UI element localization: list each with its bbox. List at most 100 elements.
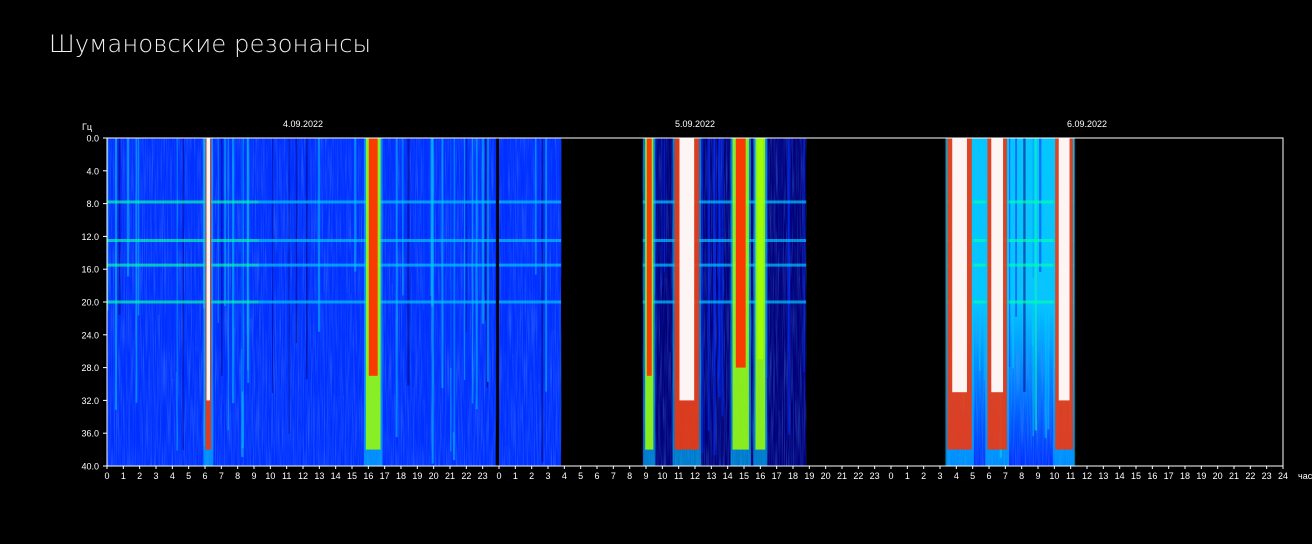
x-tick-label: 22 [853,471,863,481]
x-tick-label: 5 [186,471,191,481]
segment-streak [292,138,295,314]
segment-streak [247,138,250,383]
x-tick-label: 8 [1019,471,1024,481]
segment-streak [394,138,396,293]
segment-streak [703,138,705,272]
x-tick-label: 18 [788,471,798,481]
segment-streak [504,138,507,353]
y-tick-label: 32.0 [81,396,99,406]
x-tick-label: 1 [121,471,126,481]
spectrogram-burst [945,138,974,466]
segment-streak [701,138,704,454]
x-tick-label: 5 [970,471,975,481]
segment-streak [137,138,140,316]
segment-streak [662,138,664,398]
segment-streak [668,138,671,353]
x-tick-label: 15 [739,471,749,481]
spectrogram-burst [730,138,751,466]
x-tick-label: 17 [772,471,782,481]
resonance-band [642,300,807,304]
x-tick-label: 10 [657,471,667,481]
x-tick-label: 0 [104,471,109,481]
x-tick-label: 1 [513,471,518,481]
segment-streak [352,138,355,315]
spectrogram-segment [107,138,261,466]
segment-streak [1044,138,1047,438]
resonance-band [499,300,562,304]
segment-streak [147,138,149,381]
segment-streak [227,138,229,431]
x-tick-label: 13 [706,471,716,481]
spectrogram-burst [203,138,214,466]
x-tick-label: 3 [545,471,550,481]
x-tick-label: 12 [690,471,700,481]
segment-streak [794,138,797,401]
segment-streak [425,138,427,320]
y-axis-label: Гц [82,122,92,132]
x-tick-label: 8 [235,471,240,481]
y-tick-label: 28.0 [81,363,99,373]
segment-streak [664,138,667,279]
y-tick-label: 4.0 [86,166,99,176]
segment-streak [168,138,171,353]
segment-streak [718,138,721,378]
x-axis-label: час [1298,471,1312,481]
x-tick-label: 6 [986,471,991,481]
segment-streak [475,138,478,410]
burst-core [646,138,652,376]
segment-streak [436,138,439,410]
segment-streak [174,138,177,372]
spectrogram-burst [753,138,768,466]
x-tick-label: 7 [611,471,616,481]
x-tick-label: 7 [1003,471,1008,481]
date-label: 4.09.2022 [283,119,323,129]
segment-streak [656,138,659,404]
x-tick-label: 23 [870,471,880,481]
burst-core [991,138,1004,393]
date-label: 6.09.2022 [1067,119,1107,129]
segment-streak [407,138,410,386]
segment-streak [463,138,466,380]
segment-streak [452,138,455,433]
segment-streak [494,138,497,354]
segment-streak [481,138,485,324]
x-tick-label: 9 [643,471,648,481]
burst-core [368,138,378,376]
segment-streak [307,138,311,290]
segment-streak [118,138,121,315]
x-tick-label: 21 [1229,471,1239,481]
spectrogram-segment [499,138,562,466]
segment-streak [404,138,407,382]
x-tick-label: 9 [1035,471,1040,481]
x-tick-label: 2 [529,471,534,481]
resonance-band [642,200,807,204]
x-tick-label: 19 [1196,471,1206,481]
y-tick-label: 20.0 [81,298,99,308]
segment-streak [354,138,357,272]
y-tick-label: 8.0 [86,199,99,209]
segment-streak [402,138,404,296]
burst-core [735,138,746,368]
x-tick-label: 6 [202,471,207,481]
segment-streak [268,138,271,274]
segment-streak [351,138,353,294]
x-tick-label: 23 [1262,471,1272,481]
y-tick-label: 36.0 [81,429,99,439]
segment-streak [559,138,562,277]
x-tick-label: 3 [153,471,158,481]
segment-streak [529,138,532,293]
segment-streak [787,138,789,353]
segment-streak [196,138,198,347]
x-tick-label: 0 [888,471,893,481]
x-tick-label: 14 [331,471,341,481]
segment-streak [124,138,126,449]
y-tick-label: 12.0 [81,232,99,242]
x-tick-label: 18 [396,471,406,481]
segment-streak [547,138,550,404]
x-tick-label: 17 [1164,471,1174,481]
segment-streak [1032,138,1034,437]
x-tick-label: 4 [954,471,959,481]
burst-core [1058,138,1070,401]
x-tick-label: 2 [137,471,142,481]
x-tick-label: 15 [347,471,357,481]
